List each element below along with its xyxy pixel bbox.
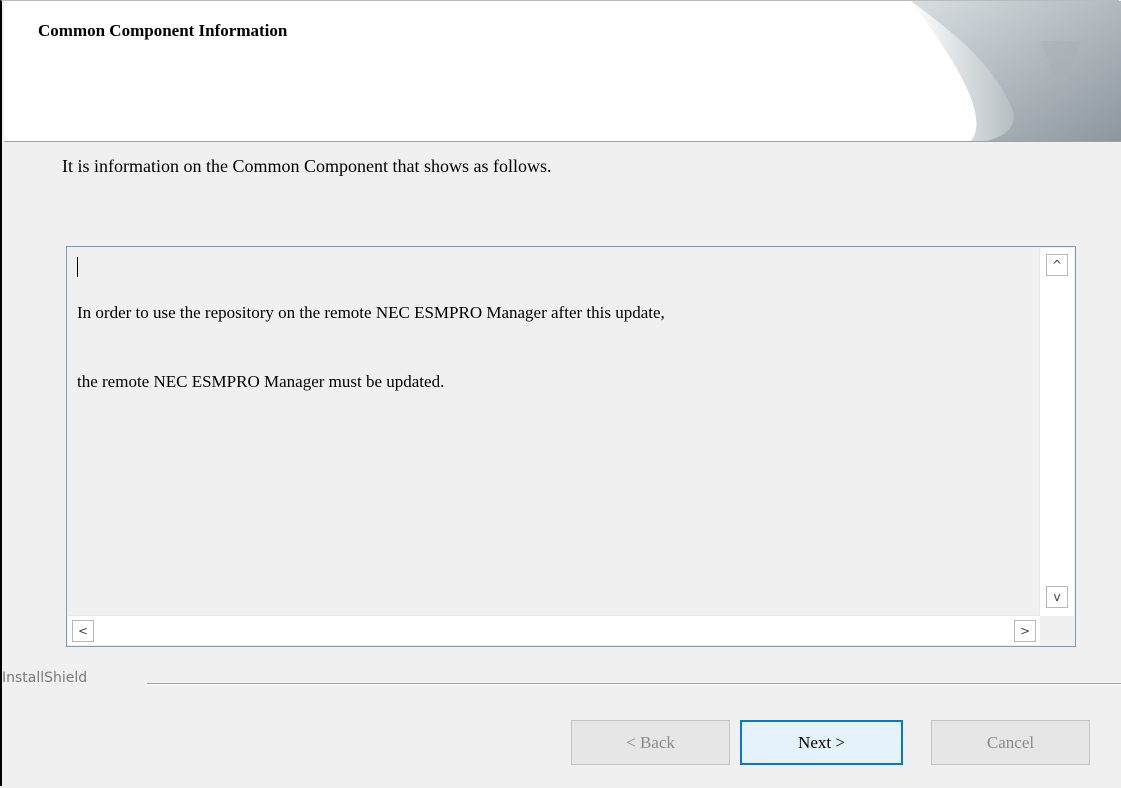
dialog-header: Common Component Information	[4, 1, 1121, 142]
horizontal-scrollbar[interactable]: < >	[68, 615, 1040, 645]
cancel-button[interactable]: Cancel	[931, 720, 1090, 765]
footer-divider	[147, 683, 1121, 685]
vertical-scrollbar[interactable]: ^ v	[1039, 248, 1074, 616]
scroll-left-button[interactable]: <	[72, 620, 94, 642]
chevron-up-icon: ^	[1051, 258, 1063, 272]
info-line-1: In order to use the repository on the re…	[77, 303, 665, 322]
info-line-2: the remote NEC ESMPRO Manager must be up…	[77, 372, 445, 391]
chevron-down-icon: v	[1053, 590, 1061, 604]
next-button[interactable]: Next >	[740, 720, 903, 765]
info-textbox[interactable]: In order to use the repository on the re…	[66, 246, 1076, 647]
chevron-left-icon: <	[77, 624, 89, 638]
info-text: In order to use the repository on the re…	[77, 255, 1035, 439]
scroll-up-button[interactable]: ^	[1046, 254, 1068, 276]
page-title: Common Component Information	[38, 21, 288, 40]
page-curl-graphic	[911, 1, 1121, 141]
chevron-right-icon: >	[1019, 624, 1031, 638]
scroll-right-button[interactable]: >	[1014, 620, 1036, 642]
scrollbar-corner	[1040, 616, 1074, 645]
back-button[interactable]: < Back	[571, 720, 730, 765]
scroll-down-button[interactable]: v	[1046, 586, 1068, 608]
installer-dialog: Common Component Information It is infor…	[0, 0, 1121, 786]
installshield-label: InstallShield	[2, 670, 88, 686]
intro-text: It is information on the Common Componen…	[62, 156, 552, 176]
